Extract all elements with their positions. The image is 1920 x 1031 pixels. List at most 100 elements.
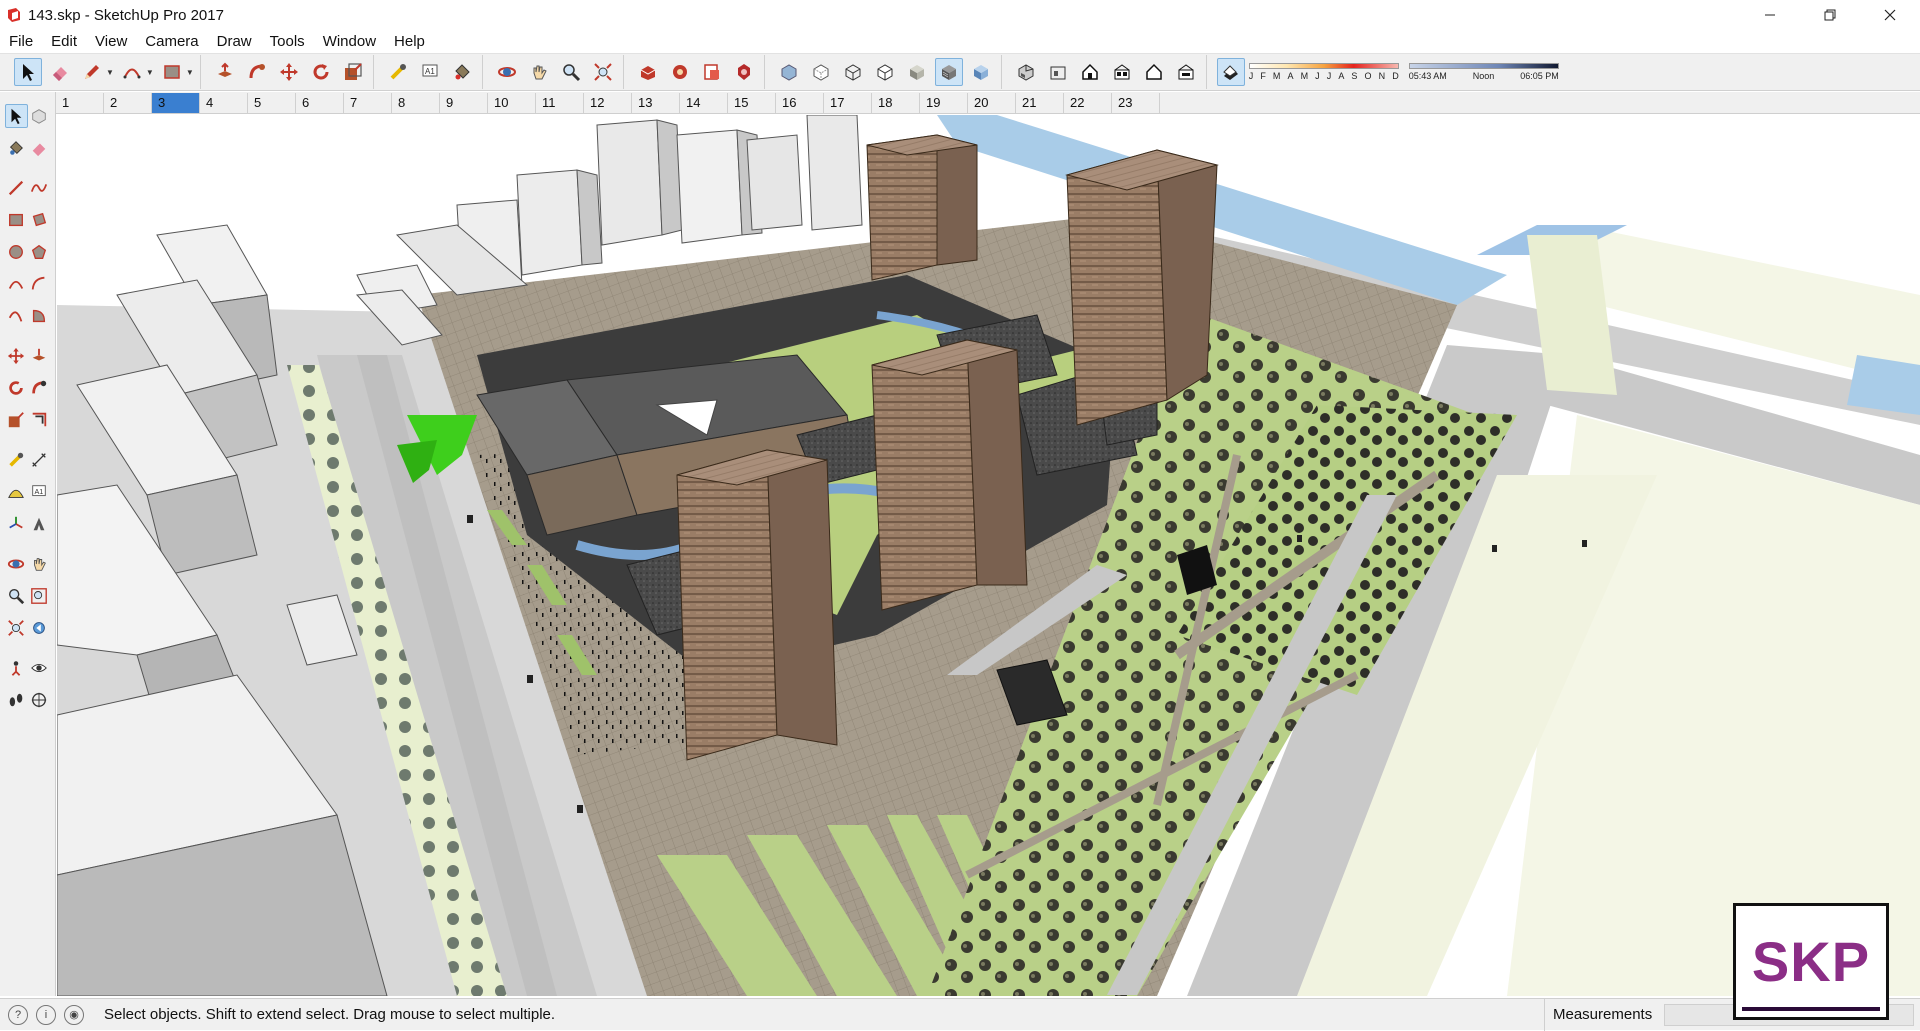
shape-dropdown-icon[interactable]: ▼ — [186, 68, 194, 77]
scene-tab-3[interactable]: 3 — [152, 92, 200, 113]
top-view-button[interactable] — [1044, 58, 1072, 86]
scene-tab-19[interactable]: 19 — [920, 92, 968, 113]
walk-tool[interactable] — [5, 688, 28, 712]
shadow-time-slider[interactable]: 05:43 AM Noon 06:05 PM — [1408, 59, 1559, 85]
scene-tab-15[interactable]: 15 — [728, 92, 776, 113]
rotate-tool-button[interactable] — [307, 58, 335, 86]
paint-bucket-tool-button[interactable] — [448, 58, 476, 86]
3d-warehouse-button[interactable] — [634, 58, 662, 86]
pan-tool-button[interactable] — [525, 58, 553, 86]
look-around-tool[interactable] — [28, 656, 51, 680]
restore-button[interactable] — [1800, 0, 1860, 30]
close-button[interactable] — [1860, 0, 1920, 30]
scene-tab-18[interactable]: 18 — [872, 92, 920, 113]
line-tool[interactable] — [5, 176, 28, 200]
orbit-tool[interactable] — [5, 552, 28, 576]
menu-tools[interactable]: Tools — [261, 33, 314, 50]
scale-tool-button[interactable] — [339, 58, 367, 86]
shadow-month-slider[interactable]: J F M A M J J A S O N D — [1248, 59, 1399, 85]
scene-tab-13[interactable]: 13 — [632, 92, 680, 113]
rectangle-tool[interactable] — [5, 208, 28, 232]
scene-tab-9[interactable]: 9 — [440, 92, 488, 113]
eraser-tool-button[interactable] — [46, 58, 74, 86]
offset-tool[interactable] — [28, 408, 51, 432]
scene-tab-12[interactable]: 12 — [584, 92, 632, 113]
protractor-tool[interactable] — [5, 480, 28, 504]
menu-camera[interactable]: Camera — [136, 33, 207, 50]
back-edges-style-button[interactable] — [807, 58, 835, 86]
model-viewport[interactable] — [57, 115, 1920, 996]
follow-me-tool[interactable] — [28, 376, 51, 400]
arc-tool[interactable] — [5, 272, 28, 296]
scale-tool[interactable] — [5, 408, 28, 432]
menu-file[interactable]: File — [0, 33, 42, 50]
iso-view-button[interactable] — [1012, 58, 1040, 86]
geolocation-icon[interactable]: ? — [8, 1004, 28, 1025]
axes-tool[interactable] — [5, 512, 28, 536]
arc-dropdown-icon[interactable]: ▼ — [146, 68, 154, 77]
tape-measure-tool-button[interactable] — [384, 58, 412, 86]
move-tool-button[interactable] — [275, 58, 303, 86]
scene-tab-14[interactable]: 14 — [680, 92, 728, 113]
scene-tab-16[interactable]: 16 — [776, 92, 824, 113]
freehand-tool[interactable] — [28, 176, 51, 200]
hidden-line-style-button[interactable] — [871, 58, 899, 86]
3d-text-tool[interactable] — [28, 512, 51, 536]
zoom-extents-tool-button[interactable] — [589, 58, 617, 86]
rotated-rectangle-tool[interactable] — [28, 208, 51, 232]
make-component-tool[interactable] — [28, 104, 50, 128]
orbit-tool-button[interactable] — [493, 58, 521, 86]
pencil-dropdown-icon[interactable]: ▼ — [106, 68, 114, 77]
two-point-arc-tool[interactable] — [28, 272, 51, 296]
paint-bucket-tool[interactable] — [5, 136, 28, 160]
arc-tool-button[interactable] — [118, 58, 146, 86]
left-view-button[interactable] — [1172, 58, 1200, 86]
scene-tab-6[interactable]: 6 — [296, 92, 344, 113]
scene-tab-11[interactable]: 11 — [536, 92, 584, 113]
extension-warehouse-button[interactable] — [666, 58, 694, 86]
scene-tab-1[interactable]: 1 — [56, 92, 104, 113]
zoom-tool[interactable] — [5, 584, 28, 608]
rotate-tool[interactable] — [5, 376, 28, 400]
three-point-arc-tool[interactable] — [5, 304, 28, 328]
pencil-tool-button[interactable] — [78, 58, 106, 86]
previous-view-tool[interactable] — [28, 616, 51, 640]
scene-tab-4[interactable]: 4 — [200, 92, 248, 113]
scene-tab-7[interactable]: 7 — [344, 92, 392, 113]
model-scene[interactable] — [57, 115, 1920, 996]
scene-tab-2[interactable]: 2 — [104, 92, 152, 113]
xray-style-button[interactable] — [775, 58, 803, 86]
shadows-toggle-button[interactable] — [1216, 58, 1245, 86]
right-view-button[interactable] — [1108, 58, 1136, 86]
minimize-button[interactable] — [1740, 0, 1800, 30]
menu-help[interactable]: Help — [385, 33, 434, 50]
monochrome-style-button[interactable] — [967, 58, 995, 86]
user-icon[interactable]: ◉ — [64, 1004, 84, 1025]
circle-tool[interactable] — [5, 240, 28, 264]
scene-tab-21[interactable]: 21 — [1016, 92, 1064, 113]
select-tool-button[interactable] — [14, 58, 42, 86]
eraser-tool[interactable] — [28, 136, 51, 160]
extension-manager-button[interactable] — [730, 58, 758, 86]
scene-tab-20[interactable]: 20 — [968, 92, 1016, 113]
shaded-style-button[interactable] — [903, 58, 931, 86]
zoom-tool-button[interactable] — [557, 58, 585, 86]
scene-tab-22[interactable]: 22 — [1064, 92, 1112, 113]
push-pull-tool-button[interactable] — [211, 58, 239, 86]
push-pull-tool[interactable] — [28, 344, 51, 368]
zoom-window-tool[interactable] — [28, 584, 51, 608]
menu-window[interactable]: Window — [314, 33, 385, 50]
menu-view[interactable]: View — [86, 33, 136, 50]
shaded-textures-style-button[interactable] — [934, 58, 963, 86]
tape-measure-tool[interactable] — [5, 448, 28, 472]
select-tool[interactable] — [5, 104, 28, 128]
scene-tab-8[interactable]: 8 — [392, 92, 440, 113]
pie-tool[interactable] — [28, 304, 51, 328]
menu-edit[interactable]: Edit — [42, 33, 86, 50]
back-view-button[interactable] — [1140, 58, 1168, 86]
credits-icon[interactable]: i — [36, 1004, 56, 1025]
move-tool[interactable] — [5, 344, 28, 368]
follow-me-tool-button[interactable] — [243, 58, 271, 86]
position-camera-tool[interactable] — [5, 656, 28, 680]
menu-draw[interactable]: Draw — [208, 33, 261, 50]
